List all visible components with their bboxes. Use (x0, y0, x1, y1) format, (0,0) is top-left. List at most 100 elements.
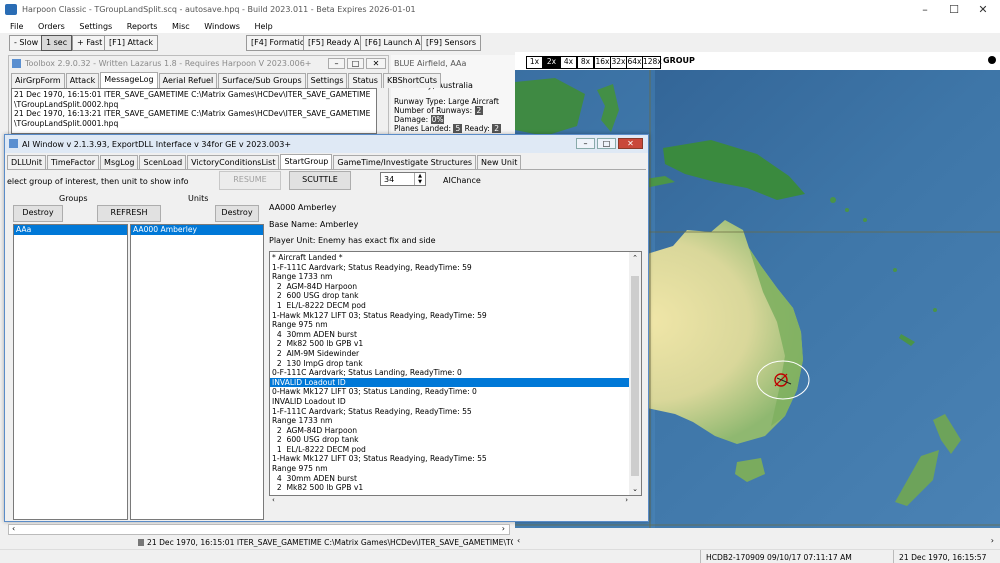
tab-settings[interactable]: Settings (306, 73, 348, 88)
menu-help[interactable]: Help (255, 20, 273, 33)
menu-orders[interactable]: Orders (38, 20, 65, 33)
detail-line[interactable]: 2 AGM-84D Harpoon (270, 426, 629, 436)
maximize-icon[interactable]: ☐ (945, 3, 963, 17)
tab-kbshortcuts[interactable]: KBShortCuts (382, 73, 442, 88)
detail-line[interactable]: 0-F-111C Aardvark; Status Landing, Ready… (270, 368, 629, 378)
detail-line[interactable]: 2 Mk82 500 lb GPB v1 (270, 483, 629, 493)
close-icon[interactable]: ✕ (974, 3, 992, 17)
sensors-button[interactable]: [F9] Sensors (421, 35, 482, 51)
map-scroll-right-icon[interactable]: › (991, 536, 994, 545)
detail-line[interactable]: Range 975 nm (270, 320, 629, 330)
menu-settings[interactable]: Settings (79, 20, 112, 33)
tab-attack[interactable]: Attack (65, 73, 100, 88)
menu-windows[interactable]: Windows (204, 20, 240, 33)
detail-line[interactable]: * Aircraft Landed * (270, 253, 629, 263)
zoom-16x[interactable]: 16x (594, 56, 611, 69)
detail-line[interactable]: 2 Mk82 500 lb GPB v1 (270, 339, 629, 349)
detail-line[interactable]: 0-Hawk Mk127 LIFT 03; Status Landing, Re… (270, 387, 629, 397)
ai-maximize-icon[interactable]: □ (597, 138, 616, 149)
detail-line[interactable]: 2 130 ImpG drop tank (270, 359, 629, 369)
list-item: \TGroupLandSplit.0002.hpq (14, 99, 119, 109)
zoom-1x[interactable]: 1x (526, 56, 543, 69)
scroll-left-icon[interactable]: ‹ (272, 496, 275, 504)
tab-timefactor[interactable]: TimeFactor (46, 155, 100, 170)
tab-startgroup[interactable]: StartGroup (280, 154, 333, 170)
ai-minimize-icon[interactable]: – (576, 138, 595, 149)
spin-down-icon[interactable]: ▼ (414, 179, 425, 185)
tab-victoryconditionslist[interactable]: VictoryConditionsList (187, 155, 280, 170)
detail-line[interactable]: 1 EL/L-8222 DECM pod (270, 301, 629, 311)
unit-item[interactable]: AA000 Amberley (131, 225, 263, 235)
fast-button[interactable]: + Fast (72, 35, 108, 51)
details-scrollbar[interactable]: ⌃ ⌄ (629, 252, 641, 495)
groups-list[interactable]: AAa (13, 224, 128, 520)
detail-line[interactable]: 2 600 USG drop tank (270, 291, 629, 301)
menu-reports[interactable]: Reports (127, 20, 158, 33)
detail-line[interactable]: INVALID Loadout ID (270, 377, 629, 388)
list-item: 21 Dec 1970, 16:15:01 ITER_SAVE_GAMETIME… (14, 90, 371, 99)
map-hscroll[interactable]: ‹ › (515, 536, 1000, 548)
zoom-4x[interactable]: 4x (560, 56, 577, 69)
detail-line[interactable]: Range 1733 nm (270, 272, 629, 282)
zoom-8x[interactable]: 8x (577, 56, 594, 69)
unit-details-list[interactable]: * Aircraft Landed * 1-F-111C Aardvark; St… (269, 251, 642, 496)
map-scroll-left-icon[interactable]: ‹ (517, 536, 520, 545)
detail-line[interactable]: 2 600 USG drop tank (270, 435, 629, 445)
menu-misc[interactable]: Misc (172, 20, 190, 33)
detail-line[interactable]: 1 EL/L-8222 DECM pod (270, 445, 629, 455)
minimize-icon[interactable]: – (916, 3, 934, 17)
zoom-32x[interactable]: 32x (610, 56, 627, 69)
detail-line[interactable]: 1-Hawk Mk127 LIFT 03; Status Readying, R… (270, 311, 629, 321)
tab-status[interactable]: Status (348, 73, 382, 88)
toolbox-maximize-icon[interactable]: □ (347, 58, 364, 69)
message-hscroll[interactable]: ‹ › (8, 524, 510, 535)
message-log-list[interactable]: 21 Dec 1970, 16:15:01 ITER_SAVE_GAMETIME… (11, 88, 377, 134)
scroll-thumb[interactable] (631, 276, 639, 476)
detail-line[interactable]: 1-Hawk Mk127 LIFT 03; Status Readying, R… (270, 454, 629, 464)
detail-line[interactable]: Range 1733 nm (270, 416, 629, 426)
scroll-down-icon[interactable]: ⌄ (629, 483, 641, 495)
toolbox-close-icon[interactable]: ✕ (366, 58, 386, 69)
aichance-spinner[interactable]: 34 ▲ ▼ (380, 172, 426, 186)
tab-msglog[interactable]: MsgLog (100, 155, 139, 170)
detail-line[interactable]: 1-F-111C Aardvark; Status Readying, Read… (270, 263, 629, 273)
menu-file[interactable]: File (10, 20, 23, 33)
group-item[interactable]: AAa (14, 225, 127, 235)
tab-airgrpform[interactable]: AirGrpForm (11, 73, 65, 88)
tab-surface-sub-groups[interactable]: Surface/Sub Groups (218, 73, 306, 88)
msg-scroll-left-icon[interactable]: ‹ (12, 524, 15, 533)
refresh-button[interactable]: REFRESH (97, 205, 161, 222)
destroy-unit-button[interactable]: Destroy (215, 205, 259, 222)
scroll-right-icon[interactable]: › (625, 496, 628, 504)
attack-button[interactable]: [F1] Attack (104, 35, 159, 51)
tab-dllunit[interactable]: DLLUnit (7, 155, 46, 170)
tab-messagelog[interactable]: MessageLog (100, 72, 158, 88)
scroll-up-icon[interactable]: ⌃ (629, 252, 641, 264)
airfield-info-panel: BLUE Airfield, AAa Amberley, Australia R… (391, 55, 515, 135)
detail-line[interactable]: 1-F-111C Aardvark; Status Readying, Read… (270, 407, 629, 417)
tab-new-unit[interactable]: New Unit (477, 155, 522, 170)
detail-line[interactable]: 4 30mm ADEN burst (270, 330, 629, 340)
detail-line[interactable]: 4 30mm ADEN burst (270, 474, 629, 484)
one-sec-button[interactable]: 1 sec (41, 35, 73, 51)
tab-scenload[interactable]: ScenLoad (139, 155, 187, 170)
tab-gametime[interactable]: GameTime/Investigate Structures (333, 155, 477, 170)
detail-line[interactable]: Range 975 nm (270, 464, 629, 474)
toolbox-minimize-icon[interactable]: – (328, 58, 345, 69)
slow-button[interactable]: - Slow (9, 35, 44, 51)
zoom-128x[interactable]: 128x (642, 56, 662, 69)
msg-scroll-right-icon[interactable]: › (502, 524, 505, 533)
resume-button[interactable]: RESUME (219, 171, 281, 190)
zoom-64x[interactable]: 64x (626, 56, 643, 69)
zoom-2x[interactable]: 2x (543, 56, 560, 69)
tab-aerial-refuel[interactable]: Aerial Refuel (158, 73, 218, 88)
destroy-group-button[interactable]: Destroy (13, 205, 63, 222)
detail-line[interactable]: INVALID Loadout ID (270, 397, 629, 407)
message-log-scrollbar[interactable] (377, 88, 387, 134)
detail-line[interactable]: 2 AGM-84D Harpoon (270, 282, 629, 292)
ai-close-icon[interactable]: ✕ (618, 138, 643, 149)
details-hscrollbar[interactable]: ‹ › (269, 496, 642, 506)
units-list[interactable]: AA000 Amberley (130, 224, 264, 520)
scuttle-button[interactable]: SCUTTLE (289, 171, 351, 190)
detail-line[interactable]: 2 AIM-9M Sidewinder (270, 349, 629, 359)
